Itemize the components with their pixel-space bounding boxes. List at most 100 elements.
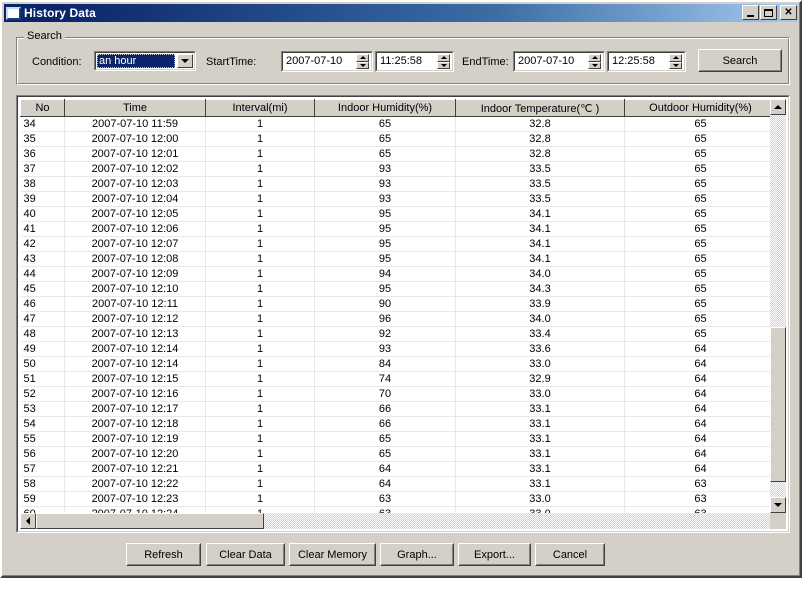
scroll-up-icon (774, 105, 782, 109)
cell-interval: 1 (205, 116, 315, 132)
start-date-spinner[interactable] (356, 54, 369, 69)
column-header-indoor-temperature[interactable]: Indoor Temperature(℃ ) (455, 99, 625, 117)
cell-interval: 1 (205, 416, 315, 432)
history-data-grid[interactable]: No Time Interval(mi) Indoor Humidity(%) … (16, 95, 790, 533)
cell-outdoor-humidity: 63 (624, 476, 777, 492)
scroll-up-button[interactable] (770, 99, 786, 115)
column-header-time[interactable]: Time (64, 99, 206, 117)
horizontal-scrollbar[interactable] (20, 513, 786, 529)
cell-interval: 1 (205, 311, 315, 327)
table-row[interactable]: 512007-07-10 12:1517432.96432. (20, 371, 786, 387)
horizontal-scrollbar-thumb[interactable] (36, 513, 264, 529)
table-row[interactable]: 472007-07-10 12:1219634.06532. (20, 311, 786, 327)
cell-no: 53 (20, 401, 65, 417)
chevron-down-icon[interactable] (177, 54, 193, 68)
scroll-left-button[interactable] (20, 513, 36, 529)
refresh-button[interactable]: Refresh (126, 543, 201, 566)
cell-indoor-temperature: 34.0 (455, 311, 625, 327)
column-header-interval[interactable]: Interval(mi) (205, 99, 315, 117)
table-row[interactable]: 392007-07-10 12:0419333.56532. (20, 191, 786, 207)
cancel-button[interactable]: Cancel (535, 543, 605, 566)
cell-indoor-humidity: 93 (314, 341, 456, 357)
table-row[interactable]: 362007-07-10 12:0116532.86532. (20, 146, 786, 162)
cell-indoor-temperature: 33.5 (455, 161, 625, 177)
table-row[interactable]: 412007-07-10 12:0619534.16532. (20, 221, 786, 237)
end-time-field[interactable]: 12:25:58 (607, 51, 686, 72)
cell-indoor-temperature: 32.9 (455, 371, 625, 387)
table-row[interactable]: 452007-07-10 12:1019534.36532. (20, 281, 786, 297)
end-time-spin-up[interactable] (669, 54, 682, 62)
cell-no: 36 (20, 146, 65, 162)
cell-indoor-temperature: 34.3 (455, 281, 625, 297)
cell-no: 41 (20, 221, 65, 237)
vertical-scrollbar[interactable] (770, 99, 786, 513)
spin-down-icon (591, 63, 598, 67)
column-header-indoor-humidity[interactable]: Indoor Humidity(%) (314, 99, 456, 117)
cell-interval: 1 (205, 461, 315, 477)
cell-interval: 1 (205, 491, 315, 507)
end-date-spin-down[interactable] (588, 61, 601, 69)
end-time-spin-down[interactable] (669, 61, 682, 69)
table-row[interactable]: 502007-07-10 12:1418433.06432. (20, 356, 786, 372)
table-row[interactable]: 572007-07-10 12:2116433.16432. (20, 461, 786, 477)
cell-indoor-humidity: 94 (314, 266, 456, 282)
start-date-spin-down[interactable] (356, 61, 369, 69)
table-row[interactable]: 442007-07-10 12:0919434.06532. (20, 266, 786, 282)
graph-button[interactable]: Graph... (380, 543, 454, 566)
start-time-spin-up[interactable] (437, 54, 450, 62)
end-time-spinner[interactable] (669, 54, 682, 69)
condition-dropdown[interactable]: an hour (94, 51, 196, 71)
table-row[interactable]: 532007-07-10 12:1716633.16432. (20, 401, 786, 417)
close-button[interactable]: ✕ (780, 5, 797, 20)
table-row[interactable]: 552007-07-10 12:1916533.16432. (20, 431, 786, 447)
cell-indoor-humidity: 95 (314, 236, 456, 252)
cell-indoor-humidity: 93 (314, 176, 456, 192)
cell-outdoor-humidity: 64 (624, 371, 777, 387)
table-row[interactable]: 522007-07-10 12:1617033.06432. (20, 386, 786, 402)
end-date-field[interactable]: 2007-07-10 (513, 51, 605, 72)
scroll-down-button[interactable] (770, 497, 786, 513)
cell-indoor-temperature: 33.1 (455, 446, 625, 462)
clear-memory-button[interactable]: Clear Memory (289, 543, 376, 566)
table-row[interactable]: 422007-07-10 12:0719534.16532. (20, 236, 786, 252)
vertical-scrollbar-thumb[interactable] (770, 327, 786, 482)
table-row[interactable]: 542007-07-10 12:1816633.16432. (20, 416, 786, 432)
table-row[interactable]: 352007-07-10 12:0016532.86532. (20, 131, 786, 147)
table-row[interactable]: 342007-07-10 11:5916532.86532. (20, 116, 786, 132)
table-row[interactable]: 592007-07-10 12:2316333.06332. (20, 491, 786, 507)
column-header-no[interactable]: No (20, 99, 65, 117)
start-date-field[interactable]: 2007-07-10 (281, 51, 373, 72)
table-row[interactable]: 582007-07-10 12:2216433.16332. (20, 476, 786, 492)
table-row[interactable]: 382007-07-10 12:0319333.56532. (20, 176, 786, 192)
end-date-spinner[interactable] (588, 54, 601, 69)
maximize-button[interactable] (760, 5, 777, 20)
start-time-spinner[interactable] (437, 54, 450, 69)
cell-time: 2007-07-10 12:22 (64, 476, 206, 492)
search-button[interactable]: Search (698, 49, 782, 72)
table-body: 342007-07-10 11:5916532.86532.352007-07-… (20, 116, 786, 529)
cell-time: 2007-07-10 12:14 (64, 356, 206, 372)
table-row[interactable]: 402007-07-10 12:0519534.16532. (20, 206, 786, 222)
start-time-field[interactable]: 11:25:58 (375, 51, 454, 72)
start-date-spin-up[interactable] (356, 54, 369, 62)
title-bar[interactable]: History Data ✕ (4, 4, 798, 22)
cell-indoor-humidity: 90 (314, 296, 456, 312)
clear-data-button[interactable]: Clear Data (206, 543, 285, 566)
table-row[interactable]: 562007-07-10 12:2016533.16432. (20, 446, 786, 462)
grid-inner-frame: No Time Interval(mi) Indoor Humidity(%) … (17, 96, 789, 532)
cell-indoor-temperature: 33.1 (455, 401, 625, 417)
window-icon (6, 6, 21, 20)
minimize-button[interactable] (742, 5, 759, 20)
cell-time: 2007-07-10 12:13 (64, 326, 206, 342)
table-row[interactable]: 372007-07-10 12:0219333.56532. (20, 161, 786, 177)
end-date-spin-up[interactable] (588, 54, 601, 62)
table-row[interactable]: 492007-07-10 12:1419333.66432. (20, 341, 786, 357)
table-row[interactable]: 482007-07-10 12:1319233.46532. (20, 326, 786, 342)
search-button-label: Search (722, 54, 758, 67)
cell-interval: 1 (205, 176, 315, 192)
table-row[interactable]: 462007-07-10 12:1119033.96532. (20, 296, 786, 312)
start-time-spin-down[interactable] (437, 61, 450, 69)
export-button[interactable]: Export... (458, 543, 531, 566)
table-row[interactable]: 432007-07-10 12:0819534.16532. (20, 251, 786, 267)
column-header-outdoor-humidity[interactable]: Outdoor Humidity(%) (624, 99, 777, 117)
